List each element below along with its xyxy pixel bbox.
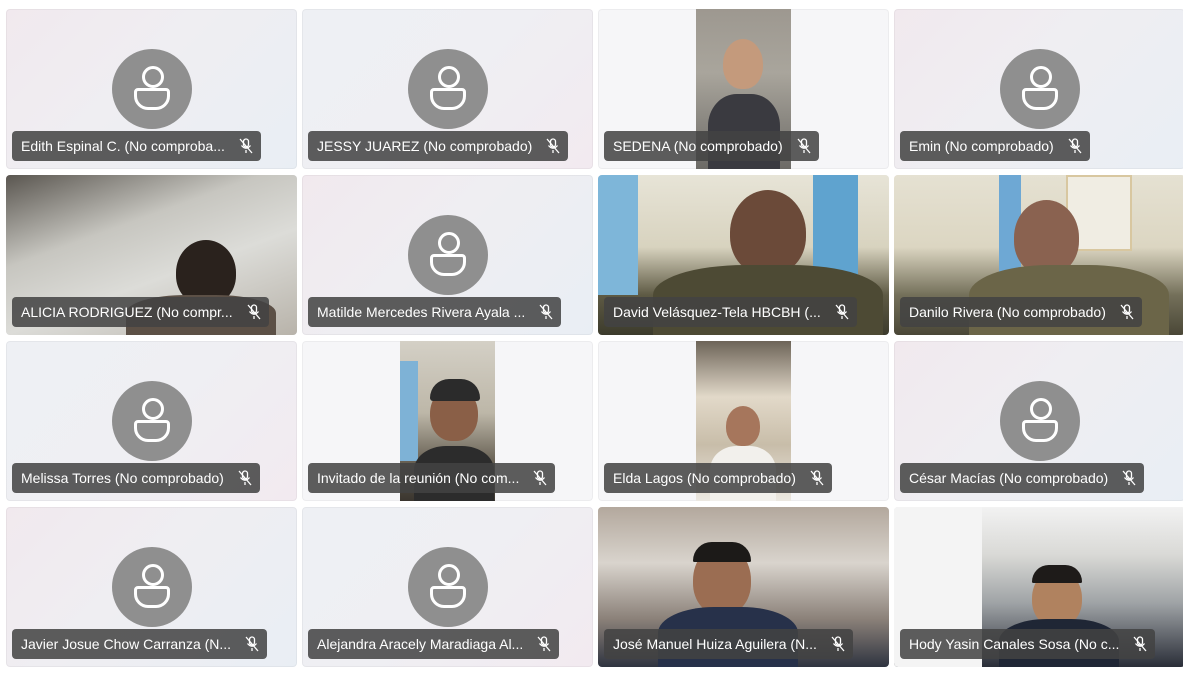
participant-name-badge: Elda Lagos (No comprobado)	[604, 463, 832, 493]
microphone-off-icon	[247, 304, 261, 320]
participant-tile[interactable]: David Velásquez-Tela HBCBH (...	[598, 175, 889, 335]
participant-tile[interactable]: Emin (No comprobado)	[894, 9, 1183, 169]
person-avatar-icon	[999, 381, 1080, 461]
participant-name-badge: Melissa Torres (No comprobado)	[12, 463, 260, 493]
person-avatar-icon	[407, 215, 488, 295]
microphone-off-icon	[797, 138, 811, 154]
person-avatar-icon	[111, 547, 192, 627]
microphone-off-icon	[835, 304, 849, 320]
participant-tile[interactable]: Danilo Rivera (No comprobado)	[894, 175, 1183, 335]
microphone-off-icon	[810, 470, 824, 486]
participant-tile[interactable]: Elda Lagos (No comprobado)	[598, 341, 889, 501]
participant-tile[interactable]: Melissa Torres (No comprobado)	[6, 341, 297, 501]
microphone-off-icon	[539, 304, 553, 320]
microphone-off-icon	[533, 470, 547, 486]
participant-name: SEDENA (No comprobado)	[613, 138, 783, 154]
participant-tile[interactable]: JESSY JUAREZ (No comprobado)	[302, 9, 593, 169]
microphone-off-icon	[537, 636, 551, 652]
person-avatar-icon	[999, 49, 1080, 129]
participant-name-badge: David Velásquez-Tela HBCBH (...	[604, 297, 857, 327]
participant-tile[interactable]: Hody Yasin Canales Sosa (No c...	[894, 507, 1183, 667]
microphone-off-icon	[1068, 138, 1082, 154]
participant-name: José Manuel Huiza Aguilera (N...	[613, 636, 817, 652]
participant-tile[interactable]: Alejandra Aracely Maradiaga Al...	[302, 507, 593, 667]
participant-tile[interactable]: César Macías (No comprobado)	[894, 341, 1183, 501]
participant-tile[interactable]: SEDENA (No comprobado)	[598, 9, 889, 169]
participant-tile[interactable]: Matilde Mercedes Rivera Ayala ...	[302, 175, 593, 335]
microphone-off-icon	[1133, 636, 1147, 652]
participant-name: Emin (No comprobado)	[909, 138, 1054, 154]
participant-name: Matilde Mercedes Rivera Ayala ...	[317, 304, 526, 320]
person-avatar-icon	[111, 381, 192, 461]
participant-tile[interactable]: ALICIA RODRIGUEZ (No compr...	[6, 175, 297, 335]
participant-name-badge: Hody Yasin Canales Sosa (No c...	[900, 629, 1156, 659]
microphone-off-icon	[238, 470, 252, 486]
participant-name: Edith Espinal C. (No comproba...	[21, 138, 225, 154]
participant-grid: Edith Espinal C. (No comproba... JESSY J…	[6, 9, 1183, 669]
participant-name: Alejandra Aracely Maradiaga Al...	[317, 636, 524, 652]
participant-name-badge: Emin (No comprobado)	[900, 131, 1090, 161]
microphone-off-icon	[245, 636, 259, 652]
participant-tile[interactable]: José Manuel Huiza Aguilera (N...	[598, 507, 889, 667]
microphone-off-icon	[831, 636, 845, 652]
microphone-off-icon	[239, 138, 253, 154]
participant-name-badge: SEDENA (No comprobado)	[604, 131, 819, 161]
participant-name-badge: Invitado de la reunión (No com...	[308, 463, 556, 493]
participant-tile[interactable]: Edith Espinal C. (No comproba...	[6, 9, 297, 169]
participant-name-badge: ALICIA RODRIGUEZ (No compr...	[12, 297, 269, 327]
participant-name: César Macías (No comprobado)	[909, 470, 1109, 486]
participant-name-badge: JESSY JUAREZ (No comprobado)	[308, 131, 569, 161]
participant-name: Hody Yasin Canales Sosa (No c...	[909, 636, 1120, 652]
participant-name-badge: Danilo Rivera (No comprobado)	[900, 297, 1142, 327]
microphone-off-icon	[546, 138, 560, 154]
participant-tile[interactable]: Javier Josue Chow Carranza (N...	[6, 507, 297, 667]
microphone-off-icon	[1122, 470, 1136, 486]
participant-name-badge: Javier Josue Chow Carranza (N...	[12, 629, 268, 659]
participant-name: Invitado de la reunión (No com...	[317, 470, 520, 486]
participant-name-badge: César Macías (No comprobado)	[900, 463, 1145, 493]
participant-name: Javier Josue Chow Carranza (N...	[21, 636, 232, 652]
participant-name: David Velásquez-Tela HBCBH (...	[613, 304, 821, 320]
participant-name: Danilo Rivera (No comprobado)	[909, 304, 1106, 320]
person-avatar-icon	[111, 49, 192, 129]
participant-name: JESSY JUAREZ (No comprobado)	[317, 138, 533, 154]
person-avatar-icon	[407, 49, 488, 129]
participant-tile[interactable]: Invitado de la reunión (No com...	[302, 341, 593, 501]
participant-name-badge: Alejandra Aracely Maradiaga Al...	[308, 629, 560, 659]
microphone-off-icon	[1120, 304, 1134, 320]
participant-name-badge: Edith Espinal C. (No comproba...	[12, 131, 261, 161]
participant-name: ALICIA RODRIGUEZ (No compr...	[21, 304, 233, 320]
participant-name-badge: José Manuel Huiza Aguilera (N...	[604, 629, 853, 659]
person-avatar-icon	[407, 547, 488, 627]
participant-name-badge: Matilde Mercedes Rivera Ayala ...	[308, 297, 562, 327]
participant-name: Melissa Torres (No comprobado)	[21, 470, 224, 486]
participant-name: Elda Lagos (No comprobado)	[613, 470, 796, 486]
